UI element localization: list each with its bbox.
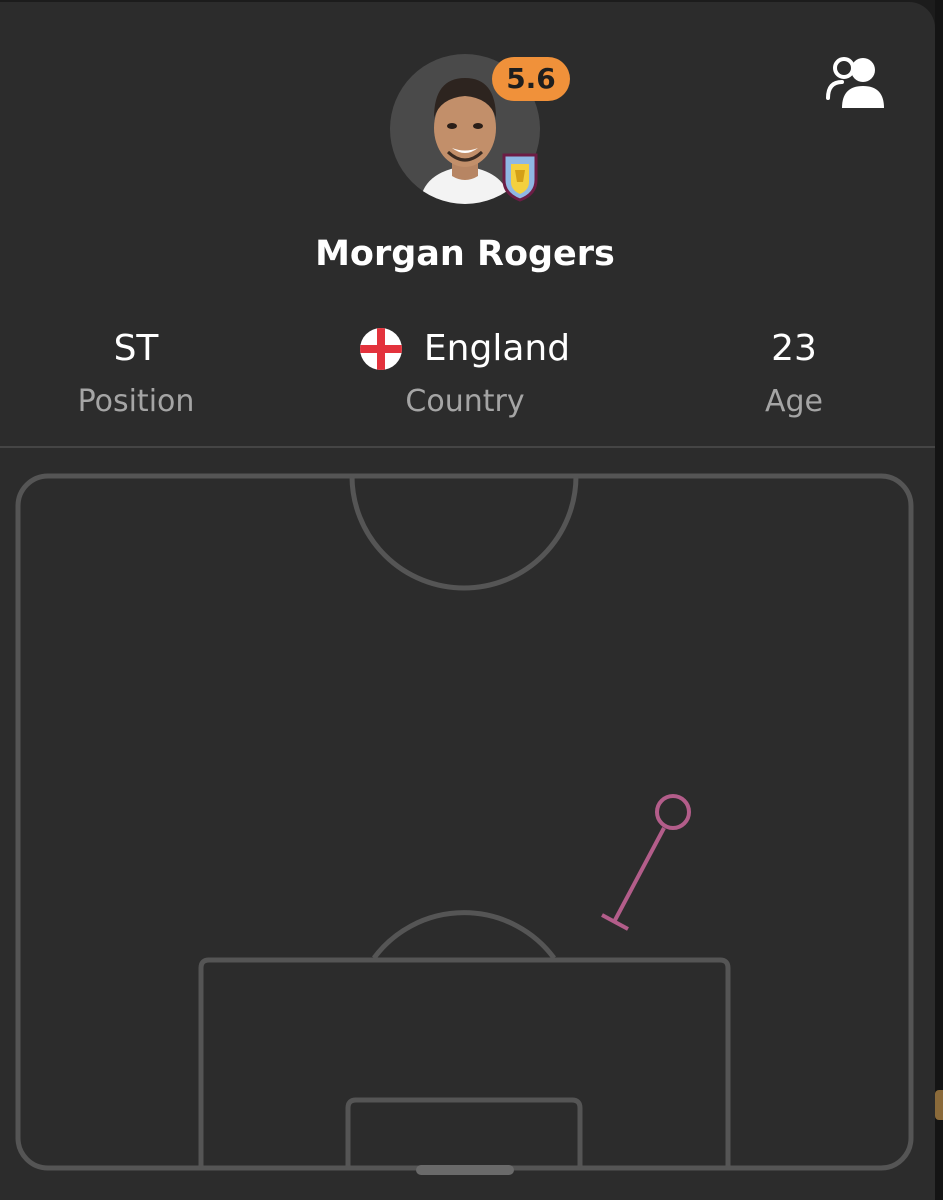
background-element xyxy=(935,1090,943,1120)
compare-players-icon xyxy=(826,57,884,108)
shot-map xyxy=(0,448,935,1200)
stat-age: 23 Age xyxy=(694,324,894,419)
stat-position: ST Position xyxy=(36,324,236,419)
age-label: Age xyxy=(764,384,824,419)
centre-circle-arc xyxy=(349,475,579,591)
goal-area xyxy=(345,1097,583,1168)
compare-players-button[interactable] xyxy=(820,50,894,114)
position-label: Position xyxy=(77,384,195,419)
penalty-arc xyxy=(371,910,557,960)
player-name: Morgan Rogers xyxy=(315,234,615,274)
aston-villa-crest-icon xyxy=(501,152,539,202)
pitch-outline xyxy=(15,473,914,1171)
shot-marker xyxy=(601,794,691,931)
shot-origin xyxy=(655,794,691,830)
country-label: Country xyxy=(405,384,525,419)
background-edge xyxy=(935,0,943,1200)
age-value: 23 xyxy=(771,328,817,369)
country-row: England xyxy=(330,324,600,374)
penalty-area xyxy=(198,957,731,1168)
rating-badge: 5.6 xyxy=(492,57,570,101)
player-card: 5.6 Morgan Rogers ST Position England Co… xyxy=(0,2,935,1200)
position-value: ST xyxy=(113,328,159,369)
country-value: England xyxy=(423,328,571,369)
stat-country: England Country xyxy=(330,324,600,419)
england-flag-icon xyxy=(359,328,402,370)
shot-trajectory xyxy=(612,827,666,923)
drag-handle[interactable] xyxy=(416,1165,514,1175)
